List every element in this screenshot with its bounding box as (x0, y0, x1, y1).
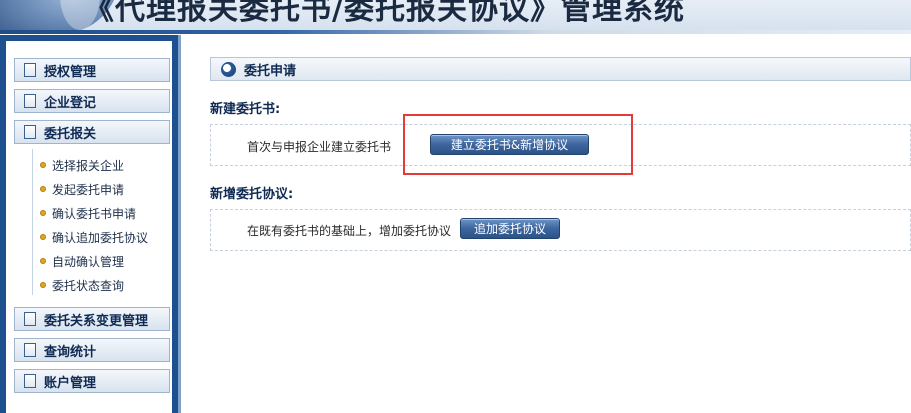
sidebar: 授权管理 企业登记 委托报关 选择报关企业 发起委托申请 确认委托书申请 确认追… (0, 35, 181, 413)
folder-box-icon (24, 94, 36, 108)
add-agreement-description: 在既有委托书的基础上，增加委托协议 (247, 224, 452, 238)
menu-label: 企业登记 (44, 95, 97, 111)
add-agreement-button[interactable]: 追加委托协议 (460, 218, 560, 239)
sidebar-item-label: 确认委托书申请 (52, 206, 137, 221)
sidebar-item-confirm-letter[interactable]: 确认委托书申请 (40, 201, 170, 225)
menu-account-management[interactable]: 账户管理 (14, 369, 170, 393)
section-add-agreement: 在既有委托书的基础上，增加委托协议 追加委托协议 (210, 209, 911, 251)
sidebar-item-label: 选择报关企业 (52, 158, 125, 173)
sidebar-item-select-broker[interactable]: 选择报关企业 (40, 153, 170, 177)
sidebar-item-status-query[interactable]: 委托状态查询 (40, 273, 170, 297)
sidebar-item-label: 委托状态查询 (52, 278, 125, 293)
menu-enterprise-registration[interactable]: 企业登记 (14, 89, 170, 113)
bullet-dot-icon (40, 258, 46, 264)
menu-label: 查询统计 (44, 344, 97, 360)
menu-label: 账户管理 (44, 375, 97, 391)
sidebar-item-initiate-application[interactable]: 发起委托申请 (40, 177, 170, 201)
sidebar-item-label: 确认追加委托协议 (52, 230, 149, 245)
main-content: ▶ 委托申请 新建委托书: 首次与申报企业建立委托书 建立委托书&新增协议 新增… (184, 35, 911, 413)
bullet-dot-icon (40, 162, 46, 168)
header-banner: 《代理报关委托书/委托报关协议》管理系统 (0, 0, 911, 34)
sidebar-item-confirm-additional[interactable]: 确认追加委托协议 (40, 225, 170, 249)
new-letter-description: 首次与申报企业建立委托书 (247, 140, 392, 154)
sidebar-panel: 授权管理 企业登记 委托报关 选择报关企业 发起委托申请 确认委托书申请 确认追… (6, 41, 172, 413)
bullet-dot-icon (40, 282, 46, 288)
folder-box-icon (24, 312, 36, 326)
section-new-letter: 首次与申报企业建立委托书 建立委托书&新增协议 (210, 124, 911, 166)
menu-label: 授权管理 (44, 64, 97, 80)
sidebar-item-label: 发起委托申请 (52, 182, 125, 197)
bullet-dot-icon (40, 234, 46, 240)
menu-label: 委托关系变更管理 (44, 313, 149, 329)
banner-divider (0, 30, 911, 34)
app-title: 《代理报关委托书/委托报关协议》管理系统 (84, 0, 685, 27)
section-add-agreement-title: 新增委托协议: (210, 187, 294, 202)
circle-arrow-icon: ▶ (221, 61, 236, 77)
folder-box-icon (24, 343, 36, 357)
section-new-letter-title: 新建委托书: (210, 102, 281, 117)
folder-box-icon (24, 63, 36, 77)
create-letter-add-agreement-button[interactable]: 建立委托书&新增协议 (430, 134, 589, 155)
sidebar-item-label: 自动确认管理 (52, 254, 125, 269)
bullet-dot-icon (40, 186, 46, 192)
sidebar-item-auto-confirm[interactable]: 自动确认管理 (40, 249, 170, 273)
menu-authorization[interactable]: 授权管理 (14, 58, 170, 82)
submenu-rule (32, 149, 33, 295)
bullet-dot-icon (40, 210, 46, 216)
panel-header: ▶ 委托申请 (210, 57, 911, 81)
submenu-entrusted-declaration: 选择报关企业 发起委托申请 确认委托书申请 确认追加委托协议 自动确认管理 委托… (40, 153, 170, 297)
panel-title: 委托申请 (244, 63, 297, 79)
menu-label: 委托报关 (44, 126, 97, 142)
menu-relationship-change[interactable]: 委托关系变更管理 (14, 307, 170, 331)
folder-box-icon (24, 374, 36, 388)
menu-query-statistics[interactable]: 查询统计 (14, 338, 170, 362)
menu-entrusted-declaration[interactable]: 委托报关 (14, 120, 170, 144)
folder-box-icon (24, 125, 36, 139)
